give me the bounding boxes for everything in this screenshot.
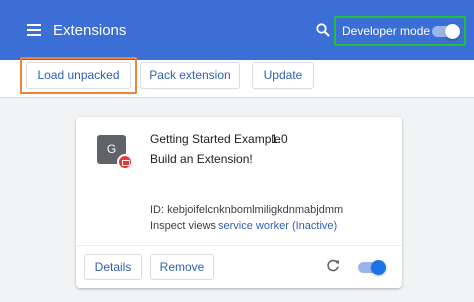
extension-name: Getting Started Example: [150, 132, 281, 146]
service-worker-link[interactable]: service worker (Inactive): [218, 220, 337, 232]
toggle-knob: [371, 260, 386, 275]
record-badge-icon: [117, 154, 133, 170]
developer-mode-label: Developer mode: [342, 24, 431, 38]
card-divider: [76, 245, 402, 246]
page-title: Extensions: [53, 22, 127, 39]
extension-id: ID: kebjoifelcnknbomlmiligkdnmabjdmm: [150, 204, 344, 216]
update-button[interactable]: Update: [252, 62, 314, 89]
pack-extension-button[interactable]: Pack extension: [140, 62, 240, 89]
load-unpacked-button[interactable]: Load unpacked: [26, 62, 131, 89]
extension-version: 1.0: [271, 132, 288, 146]
reload-icon[interactable]: [326, 259, 340, 273]
search-icon[interactable]: [316, 23, 330, 37]
hamburger-menu-icon[interactable]: [27, 24, 41, 36]
inspect-views-label: Inspect views: [150, 220, 217, 232]
extension-enable-toggle[interactable]: [358, 260, 386, 275]
remove-button[interactable]: Remove: [150, 254, 214, 280]
toggle-knob: [445, 24, 460, 39]
details-button[interactable]: Details: [84, 254, 142, 280]
extension-description: Build an Extension!: [150, 152, 253, 166]
developer-mode-toggle[interactable]: [432, 24, 460, 39]
